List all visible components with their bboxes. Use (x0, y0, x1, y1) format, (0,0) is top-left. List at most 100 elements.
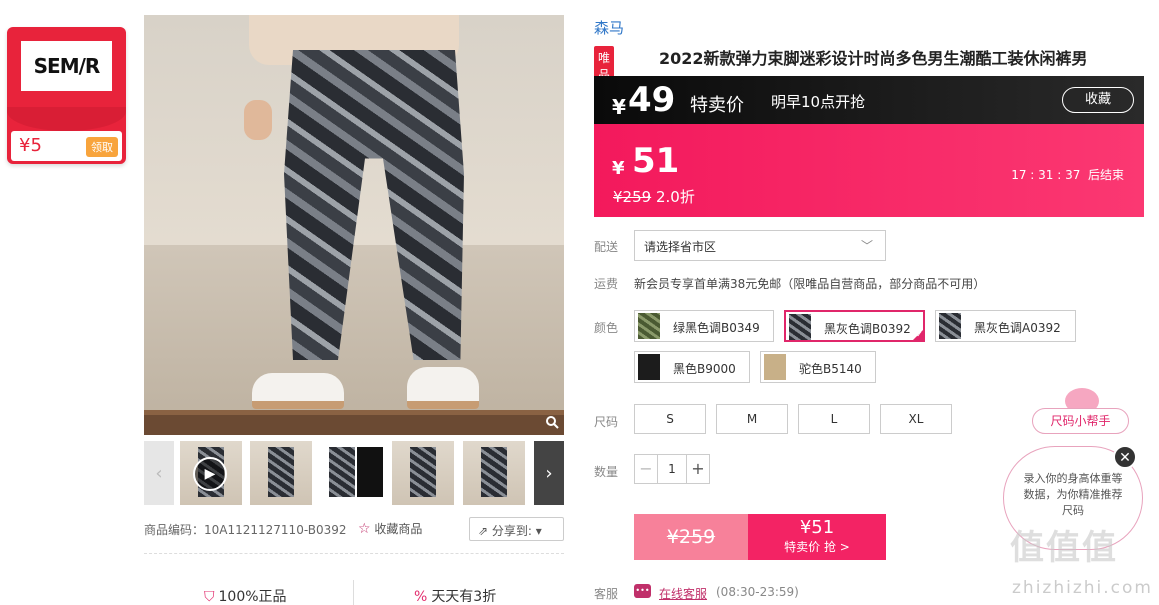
thumbnail-pants (329, 447, 355, 497)
color-option-label: 黑色B9000 (673, 362, 736, 376)
shipping-label: 运费 (594, 277, 619, 291)
favorite-label: 收藏商品 (374, 522, 423, 536)
guarantee-authentic: ⛉ 100%正品 (204, 586, 287, 605)
divider (353, 580, 354, 605)
color-swatch (638, 354, 660, 380)
product-main-image[interactable] (144, 15, 564, 435)
close-icon[interactable]: ✕ (1113, 445, 1137, 469)
guarantee-authentic-label: 100%正品 (218, 589, 287, 605)
online-service-link[interactable]: 在线客服 (659, 585, 707, 602)
delivery-label: 配送 (594, 240, 619, 254)
thumbnail-pants (357, 447, 383, 497)
size-option-s[interactable]: S (634, 404, 706, 434)
play-icon[interactable]: ▶ (193, 457, 227, 491)
check-icon: ✓ (912, 329, 924, 341)
color-option[interactable]: 黑色B9000 (634, 351, 750, 383)
divider (144, 553, 564, 554)
price-preview-bar: ¥ 49 特卖价 明早10点开抢 收藏 (594, 76, 1144, 124)
color-option-label: 黑灰色调B0392 (824, 322, 911, 336)
thumbnail-pants (268, 447, 294, 497)
thumbnail[interactable] (392, 441, 454, 505)
guarantee-discount-label: 天天有3折 (431, 589, 497, 605)
buy-sale-box[interactable]: ¥51 特卖价 抢 > (748, 514, 886, 560)
coupon-bottom: ¥5 领取 (11, 131, 122, 161)
color-option-label: 绿黑色调B0349 (673, 321, 760, 335)
shipping-info: 新会员专享首单满38元免邮（限唯品自营商品，部分商品不可用） (634, 277, 986, 291)
share-label: 分享到: (491, 524, 532, 538)
thumbnail[interactable] (321, 441, 383, 505)
shield-icon: ⛉ (204, 589, 215, 605)
size-option-m[interactable]: M (716, 404, 788, 434)
quantity-stepper: − 1 + (634, 454, 710, 484)
discount-rate: 2.0折 (655, 188, 695, 206)
preview-price-label: 特卖价 (690, 95, 744, 116)
color-swatch (638, 313, 660, 339)
watermark-url: zhizhizhi.com (1012, 578, 1153, 598)
current-price-panel: ¥ 51 ¥259 2.0折 17 : 31 : 37 后结束 (594, 124, 1144, 217)
thumbnail[interactable] (463, 441, 525, 505)
currency-symbol: ¥ (612, 158, 625, 179)
product-title: 2022新款弹力束脚迷彩设计时尚多色男生潮酷工装休闲裤男 (659, 49, 1088, 68)
percent-icon: % (414, 589, 428, 605)
current-price: 51 (632, 141, 680, 181)
region-select[interactable]: 请选择省市区 ﹀ (634, 230, 886, 261)
currency-symbol: ¥ (612, 95, 626, 119)
quantity-decrease-button[interactable]: − (635, 455, 658, 483)
product-code: 商品编码：10A1121127110-B0392 (144, 523, 347, 537)
countdown-suffix: 后结束 (1087, 168, 1124, 182)
preview-price: 49 (628, 80, 676, 120)
brand-logo: SEM/R (21, 41, 112, 91)
chevron-down-icon: ▾ (535, 524, 542, 538)
image-hand (244, 100, 272, 140)
chevron-down-icon: ﹀ (860, 239, 873, 253)
thumbnail[interactable] (250, 441, 312, 505)
image-shoe-left (252, 373, 344, 409)
countdown-timer: 17 : 31 : 37 后结束 (1011, 166, 1124, 183)
thumb-next-button[interactable]: › (534, 441, 564, 505)
watermark-logo: 值值值 (1010, 528, 1118, 568)
buy-sale-price: ¥51 (799, 517, 835, 538)
size-option-l[interactable]: L (798, 404, 870, 434)
image-wall (144, 245, 564, 415)
color-label: 颜色 (594, 321, 619, 335)
original-price-row: ¥259 2.0折 (613, 186, 695, 207)
guarantee-discount: % 天天有3折 (414, 586, 496, 605)
color-swatch (764, 354, 786, 380)
sale-start-time: 明早10点开抢 (771, 93, 866, 111)
quantity-increase-button[interactable]: + (686, 455, 709, 483)
thumbnail-pants (410, 447, 436, 497)
coupon-curve (7, 107, 126, 131)
service-label: 客服 (594, 587, 619, 601)
brand-link[interactable]: 森马 (594, 17, 624, 38)
favorite-button[interactable]: ☆ 收藏商品 (358, 520, 422, 537)
image-shoe-right (407, 367, 479, 409)
color-option[interactable]: 绿黑色调B0349 (634, 310, 774, 342)
quantity-input[interactable]: 1 (658, 455, 686, 483)
coupon-claim-button[interactable]: 领取 (86, 137, 118, 157)
coupon-card[interactable]: SEM/R ¥5 领取 (7, 27, 126, 164)
region-select-value: 请选择省市区 (644, 240, 717, 254)
thumbnail-strip: ‹ ▶ › (144, 441, 564, 505)
buy-button[interactable]: ¥259 ¥51 特卖价 抢 > (634, 514, 886, 560)
size-option-xl[interactable]: XL (880, 404, 952, 434)
brand-logo-text: SEM/R (33, 54, 101, 78)
collect-button[interactable]: 收藏 (1062, 87, 1134, 113)
zoom-icon[interactable] (544, 415, 560, 431)
color-option-selected[interactable]: 黑灰色调B0392 ✓ (784, 310, 925, 342)
original-price: ¥259 (613, 188, 652, 206)
thumbnail-pants (481, 447, 507, 497)
share-button[interactable]: ⇗ 分享到: ▾ (469, 517, 564, 541)
color-option-label: 驼色B5140 (799, 362, 862, 376)
size-helper-text: 录入你的身高体重等数据，为你精准推荐尺码 (1023, 472, 1123, 517)
color-option[interactable]: 驼色B5140 (760, 351, 876, 383)
service-hours: (08:30-23:59) (716, 585, 799, 599)
share-icon: ⇗ (478, 524, 489, 538)
size-helper-button[interactable]: 尺码小帮手 (1032, 408, 1129, 434)
product-meta: 商品编码：10A1121127110-B0392 ☆ 收藏商品 ⇗ 分享到: ▾ (144, 517, 564, 541)
thumb-prev-button[interactable]: ‹ (144, 441, 174, 505)
image-railing (144, 410, 564, 435)
coupon-amount: ¥5 (19, 135, 42, 156)
color-option[interactable]: 黑灰色调A0392 (935, 310, 1076, 342)
color-option-label: 黑灰色调A0392 (974, 321, 1061, 335)
thumbnail-video[interactable]: ▶ (180, 441, 242, 505)
